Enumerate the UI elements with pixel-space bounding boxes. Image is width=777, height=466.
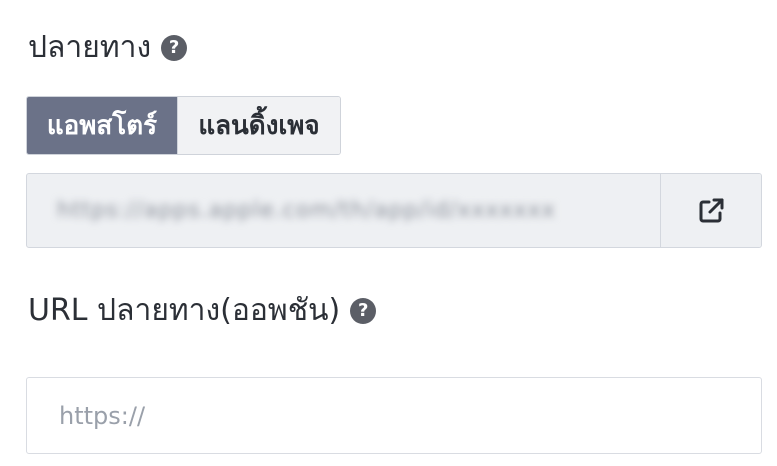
question-circle-icon[interactable]: ? [161,35,188,61]
destination-url-input-wrapper [26,377,762,454]
open-link-button[interactable] [660,174,761,247]
external-link-icon [699,198,724,222]
destination-label-text: ปลายทาง [28,30,152,65]
toggle-landing-page[interactable]: แลนดิ้งเพจ [177,97,340,154]
destination-url-input[interactable] [27,378,761,453]
destination-url-field: https://apps.apple.com/th/app/id/xxxxxxx [26,173,762,248]
destination-url-text: https://apps.apple.com/th/app/id/xxxxxxx [57,198,556,223]
toggle-app-store[interactable]: แอพสโตร์ [27,97,177,154]
destination-type-toggle: แอพสโตร์ แลนดิ้งเพจ [26,96,341,155]
destination-label: ปลายทาง ? [28,30,188,65]
question-circle-icon[interactable]: ? [350,298,377,324]
destination-url-label: URL ปลายทาง(ออพชัน) ? [28,293,377,328]
destination-url-label-text: URL ปลายทาง(ออพชัน) [28,293,341,328]
destination-form: ปลายทาง ? แอพสโตร์ แลนดิ้งเพจ https://ap… [0,0,777,466]
destination-url-display[interactable]: https://apps.apple.com/th/app/id/xxxxxxx [27,174,660,247]
